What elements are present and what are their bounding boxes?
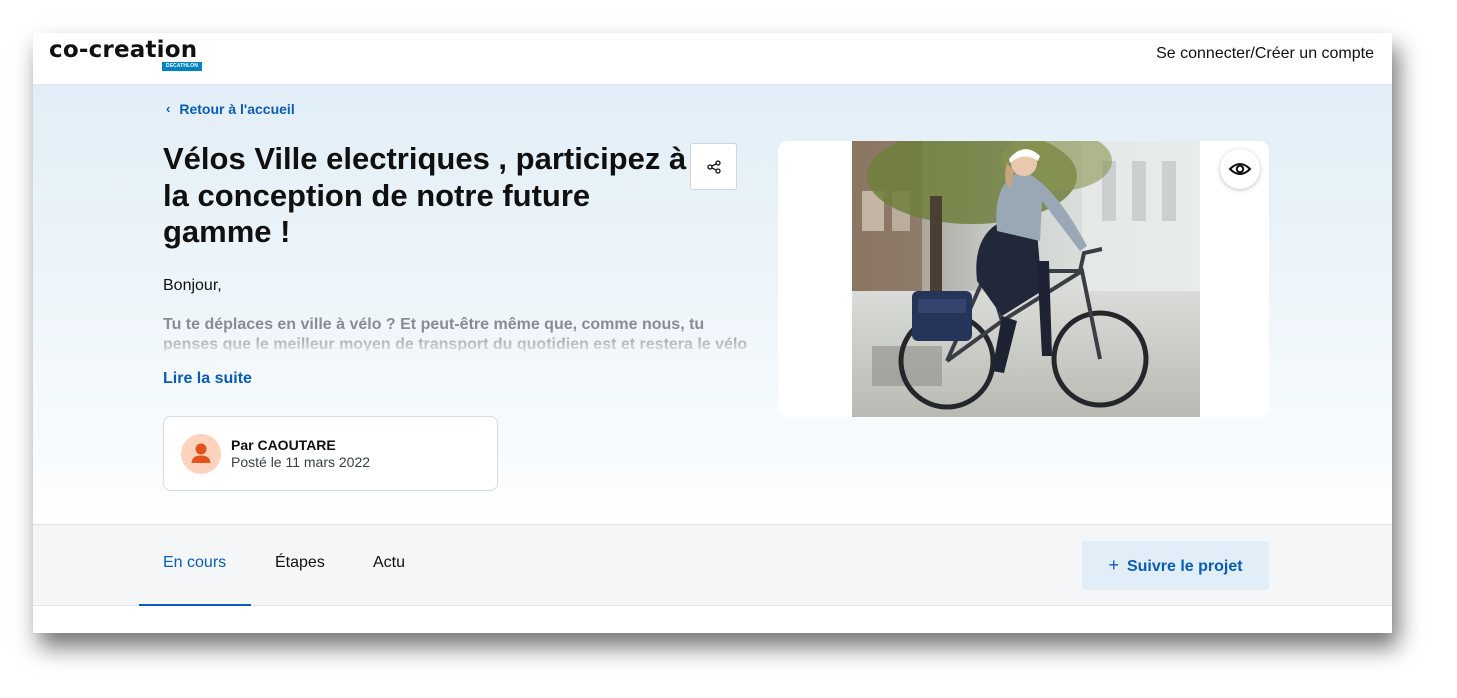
back-to-home-link[interactable]: ‹ Retour à l'accueil <box>166 101 295 117</box>
author-name: Par CAOUTARE <box>231 437 336 453</box>
avatar <box>181 434 221 474</box>
view-media-button[interactable] <box>1220 149 1260 189</box>
share-icon <box>706 159 721 174</box>
read-more-link[interactable]: Lire la suite <box>163 369 252 389</box>
login-signup-link[interactable]: Se connecter/Créer un compte <box>1156 45 1374 63</box>
logo-wordmark: co-creation <box>49 37 198 63</box>
project-hero: ‹ Retour à l'accueil Vélos Ville electri… <box>33 85 1392 524</box>
eye-icon <box>1228 163 1252 175</box>
chevron-left-icon: ‹ <box>166 101 171 116</box>
site-header: co-creation DECATHLON Se connecter/Créer… <box>33 33 1392 85</box>
decathlon-badge: DECATHLON <box>162 62 202 71</box>
back-link-label: Retour à l'accueil <box>179 101 295 117</box>
cyclist-photo <box>852 141 1200 417</box>
user-icon <box>191 443 211 463</box>
page-content-area <box>33 606 1392 633</box>
post-date: Posté le 11 mars 2022 <box>231 454 371 470</box>
co-creation-logo[interactable]: co-creation DECATHLON <box>49 36 202 71</box>
tab-actu[interactable]: Actu <box>373 553 405 573</box>
share-button[interactable] <box>690 143 737 190</box>
description-excerpt: Tu te déplaces en ville à vélo ? Et peut… <box>163 316 748 351</box>
project-media[interactable] <box>778 141 1269 417</box>
browser-page: co-creation DECATHLON Se connecter/Créer… <box>33 33 1392 633</box>
description-greeting: Bonjour, <box>163 277 222 294</box>
follow-project-button[interactable]: + Suivre le projet <box>1082 541 1269 590</box>
plus-icon: + <box>1108 555 1119 575</box>
follow-button-label: Suivre le projet <box>1126 558 1243 575</box>
tab-etapes[interactable]: Étapes <box>275 553 325 573</box>
tab-en-cours[interactable]: En cours <box>163 553 226 573</box>
project-tab-bar: En cours Étapes Actu + Suivre le projet <box>33 524 1392 607</box>
project-title: Vélos Ville electriques , participez à l… <box>163 141 687 249</box>
author-card: Par CAOUTARE Posté le 11 mars 2022 <box>163 416 498 491</box>
